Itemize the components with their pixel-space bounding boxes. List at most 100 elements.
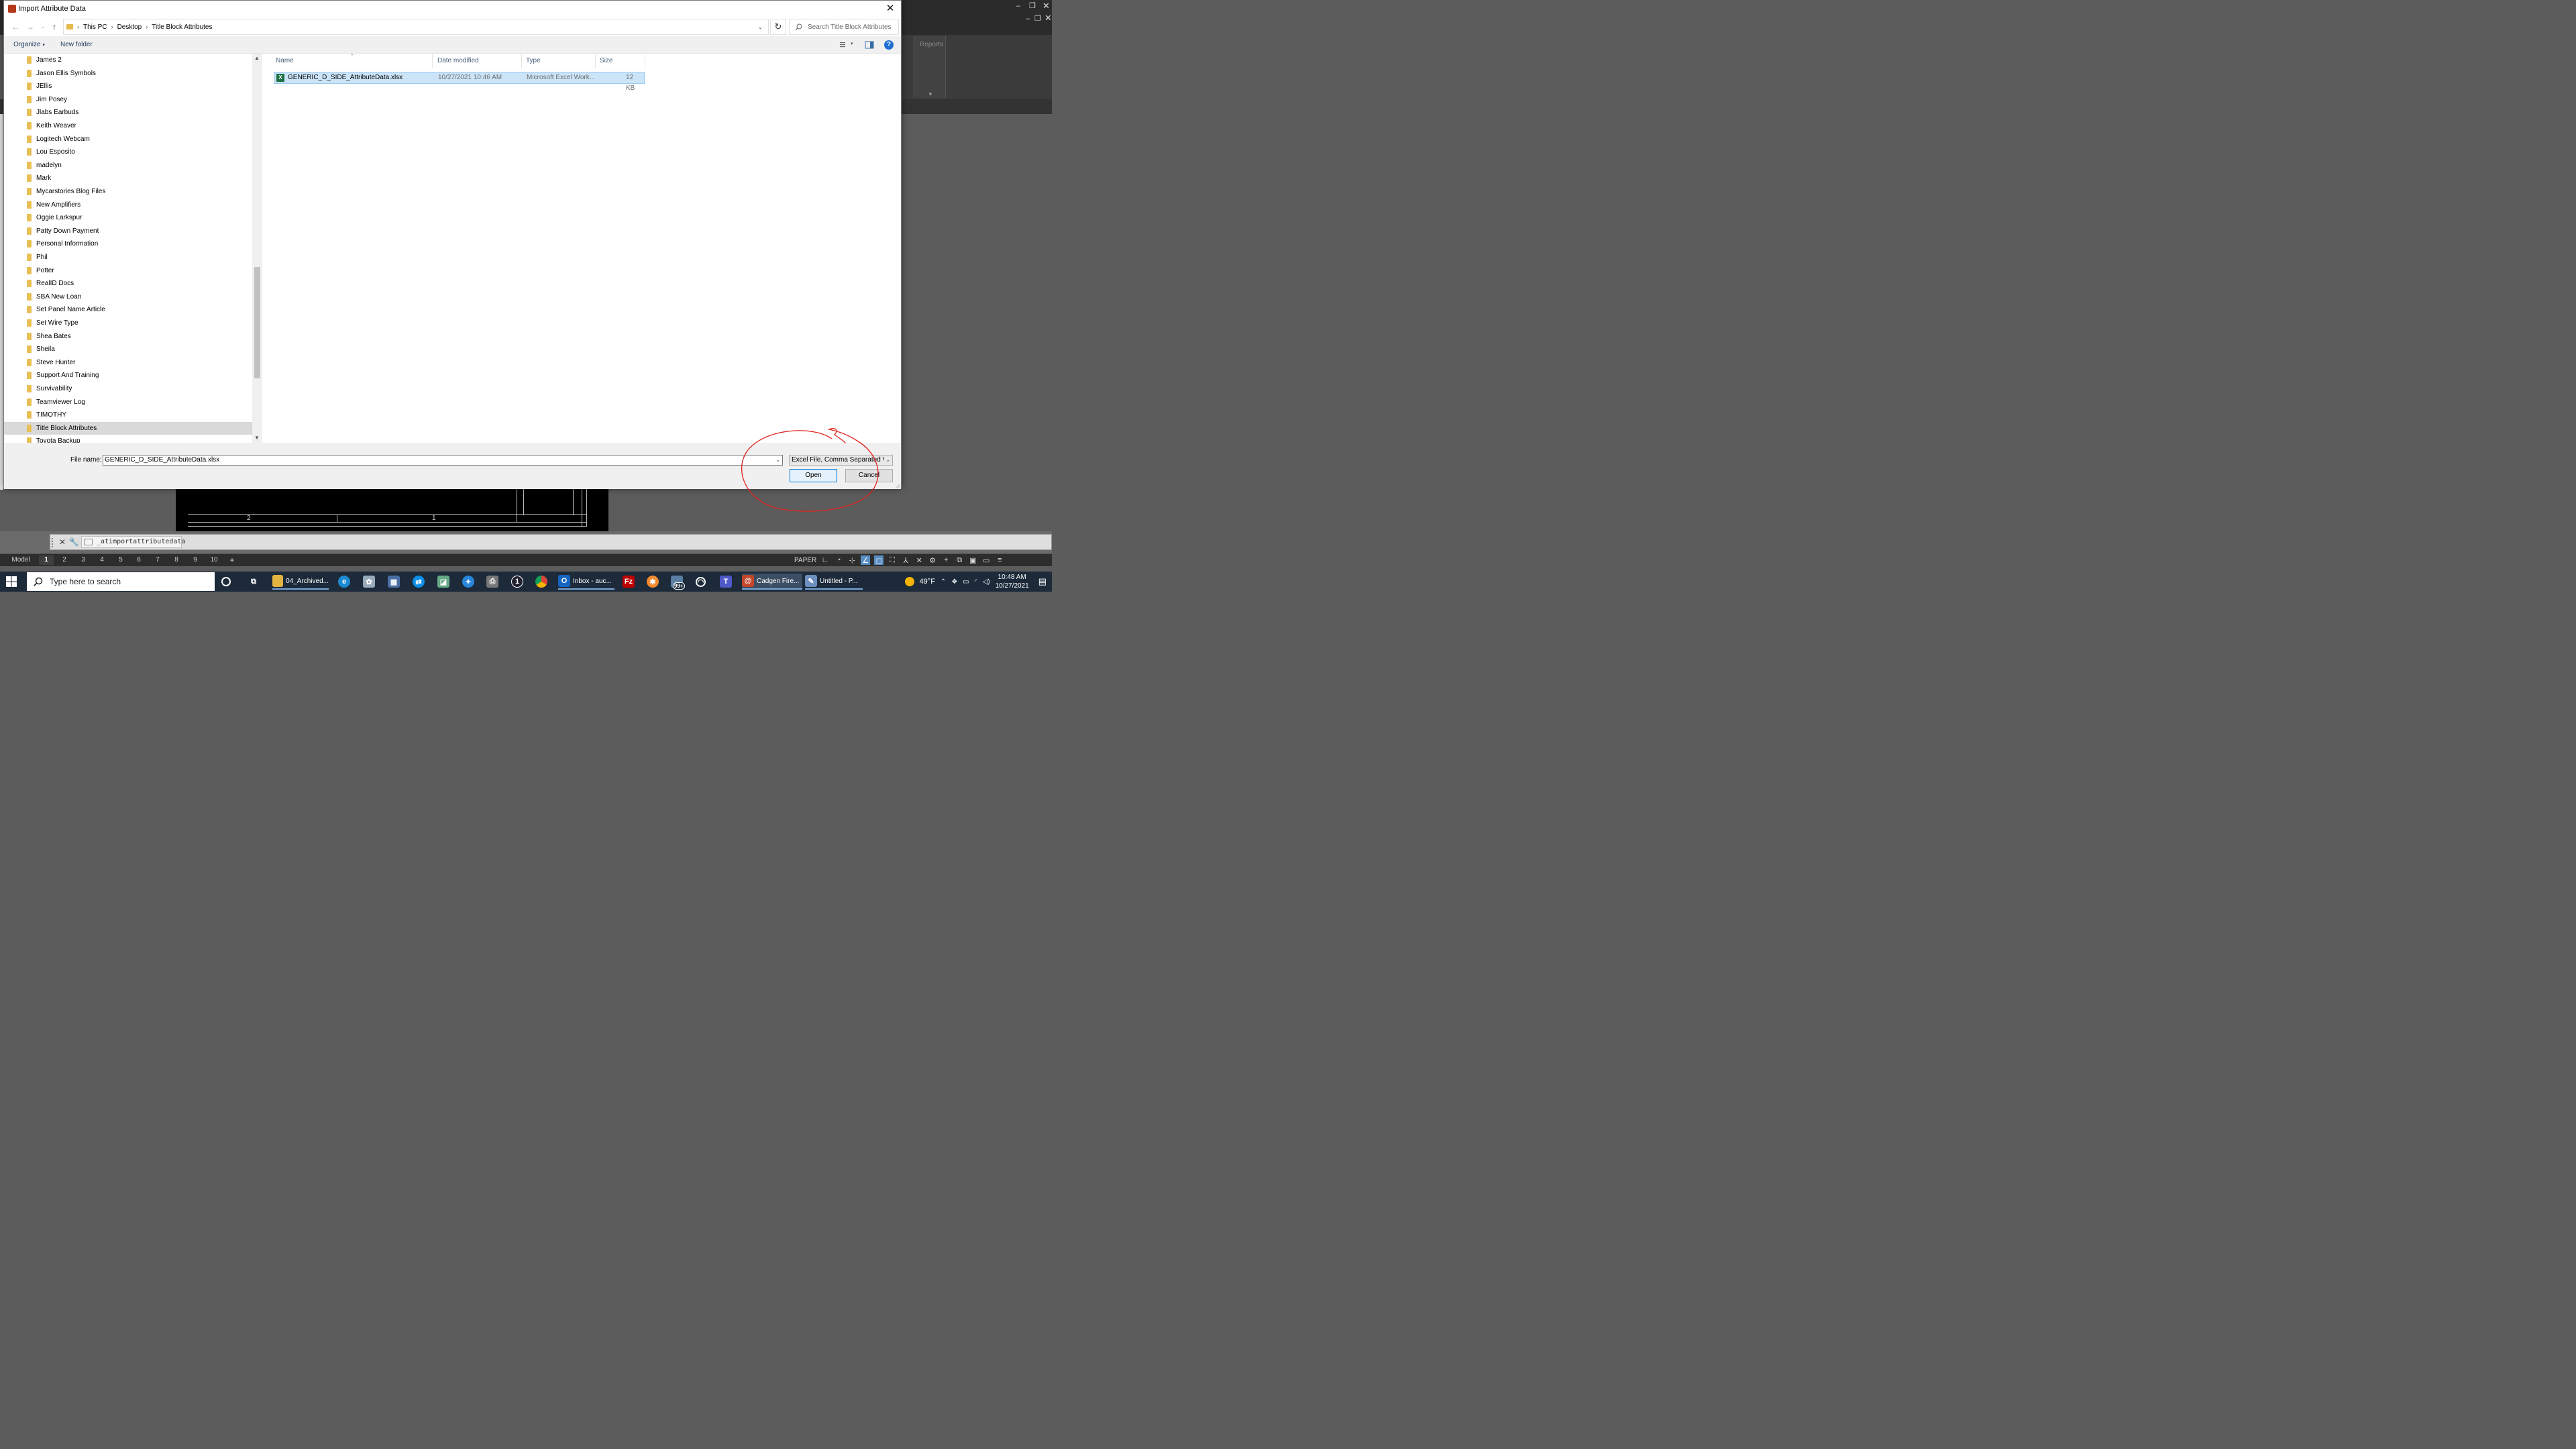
nav-item[interactable]: Set Panel Name Article	[4, 303, 252, 316]
wrench-icon[interactable]: 🔧	[68, 536, 79, 548]
taskbar-outlook[interactable]: O Inbox - auc...	[558, 574, 614, 590]
nav-item[interactable]: Potter	[4, 264, 252, 277]
dynamic-input-icon[interactable]: ◻	[874, 555, 884, 565]
file-name-field[interactable]: GENERIC_D_SIDE_AttributeData.xlsx ⌄	[103, 455, 783, 466]
nav-item[interactable]: Steve Hunter	[4, 356, 252, 369]
close-icon[interactable]: ✕	[883, 3, 897, 15]
nav-item[interactable]: RealID Docs	[4, 277, 252, 290]
paint-palette-icon[interactable]: ✿	[363, 574, 375, 590]
nav-item[interactable]: Keith Weaver	[4, 119, 252, 132]
nav-item[interactable]: JEllis	[4, 80, 252, 93]
taskbar-file-explorer[interactable]: 04_Archived...	[272, 574, 329, 590]
tab-layout-3[interactable]: 3	[76, 555, 90, 565]
tab-layout-10[interactable]: 10	[205, 555, 223, 565]
view-options-chevron-icon[interactable]: ▾	[851, 41, 853, 46]
speedometer-icon[interactable]: ◠	[696, 574, 706, 590]
refresh-icon[interactable]: ↻	[770, 19, 786, 35]
tab-layout-9[interactable]: 9	[189, 555, 202, 565]
nav-item[interactable]: Jason Ellis Symbols	[4, 67, 252, 80]
scroll-up-arrow-icon[interactable]: ▲	[252, 54, 262, 63]
nav-item[interactable]: SBA New Loan	[4, 290, 252, 303]
customize-icon[interactable]: ≡	[995, 555, 1004, 565]
back-arrow-icon[interactable]: ←	[10, 21, 21, 32]
address-bar[interactable]: › This PC › Desktop › Title Block Attrib…	[63, 19, 769, 35]
task-view-icon[interactable]: ⧉	[248, 574, 260, 590]
edge-icon[interactable]: e	[338, 574, 350, 590]
breadcrumb-title-block-attributes[interactable]: Title Block Attributes	[152, 23, 212, 31]
plus-icon[interactable]: +	[941, 555, 951, 565]
cancel-button[interactable]: Cancel	[845, 469, 893, 482]
weather-sun-icon[interactable]	[904, 577, 914, 586]
chevron-down-icon[interactable]: ⌄	[775, 455, 780, 465]
nav-item[interactable]: Jim Posey	[4, 93, 252, 106]
taskbar-search-box[interactable]: Type here to search	[27, 572, 215, 591]
nav-item[interactable]: Shea Bates	[4, 330, 252, 343]
chevron-up-icon[interactable]: ⌃	[941, 578, 946, 586]
nav-item[interactable]: madelyn	[4, 159, 252, 172]
nav-item[interactable]: Survivability	[4, 382, 252, 395]
dropbox-icon[interactable]: ❖	[951, 578, 957, 586]
clock[interactable]: 10:48 AM 10/27/2021	[996, 573, 1029, 590]
command-input[interactable]: _atimportattributedata	[81, 536, 185, 548]
notes-icon[interactable]: 99+	[671, 574, 685, 590]
weather-temperature[interactable]: 49°F	[920, 578, 935, 586]
nav-item[interactable]: Personal Information	[4, 237, 252, 250]
volume-icon[interactable]: ◁)	[983, 578, 990, 586]
settings-icon[interactable]: ⚙	[928, 555, 937, 565]
osnap-icon[interactable]: ⊹	[847, 555, 857, 565]
up-arrow-icon[interactable]: ↑	[49, 21, 60, 32]
resize-grip-icon[interactable]	[894, 482, 900, 488]
column-header-type[interactable]: Type	[522, 54, 596, 68]
snip-tool-icon[interactable]: ◪	[437, 574, 449, 590]
drawing-canvas[interactable]: 2 1	[176, 488, 608, 531]
help-icon[interactable]: ?	[884, 40, 894, 50]
nav-item[interactable]: Teamviewer Log	[4, 396, 252, 409]
taskbar-paint[interactable]: ✎ Untitled - P...	[805, 574, 863, 590]
selection-cycle-icon[interactable]: ⛶	[888, 555, 897, 565]
nav-item[interactable]: Set Wire Type	[4, 317, 252, 329]
change-view-icon[interactable]	[839, 40, 848, 50]
scroll-thumb[interactable]	[254, 267, 260, 378]
close-icon[interactable]: ✕	[57, 536, 68, 548]
notifications-icon[interactable]: ▤	[1038, 576, 1046, 587]
nav-item[interactable]: Oggie Larkspur	[4, 211, 252, 224]
password-manager-icon[interactable]: 1	[511, 574, 523, 590]
tab-layout-8[interactable]: 8	[170, 555, 183, 565]
cad-restore-icon[interactable]: ❐	[1029, 1, 1036, 10]
cortana-icon[interactable]	[221, 574, 231, 590]
battery-icon[interactable]: ▭	[963, 578, 969, 586]
search-input[interactable]: Search Title Block Attributes	[789, 19, 899, 35]
wifi-icon[interactable]: ◜	[975, 578, 977, 586]
organize-button[interactable]: Organize ▾	[13, 41, 45, 48]
navigation-scrollbar[interactable]: ▲ ▼	[252, 54, 262, 443]
chrome-icon[interactable]	[535, 574, 547, 590]
breadcrumb-desktop[interactable]: Desktop	[117, 23, 142, 31]
dialog-title-bar[interactable]: Import Attribute Data ✕	[4, 1, 901, 17]
nav-item[interactable]: Logitech Webcam	[4, 133, 252, 146]
annotation-scale-icon[interactable]: ⅄	[901, 555, 910, 565]
calculator-icon[interactable]: ▦	[388, 574, 400, 590]
tab-layout-2[interactable]: 2	[58, 555, 71, 565]
scroll-down-arrow-icon[interactable]: ▼	[252, 433, 262, 443]
tab-layout-7[interactable]: 7	[151, 555, 164, 565]
filezilla-icon[interactable]: Fz	[623, 574, 635, 590]
hardware-acceleration-icon[interactable]: ▣	[968, 555, 977, 565]
cad-doc-close-icon[interactable]: ✕	[1044, 13, 1052, 23]
safari-icon[interactable]: ✦	[462, 574, 474, 590]
breadcrumb-this-pc[interactable]: This PC	[83, 23, 107, 31]
tab-layout-6[interactable]: 6	[132, 555, 146, 565]
nav-item[interactable]: TIMOTHY	[4, 409, 252, 421]
tab-layout-4[interactable]: 4	[95, 555, 109, 565]
tab-layout-1[interactable]: 1	[39, 555, 54, 565]
file-row-selected[interactable]: X GENERIC_D_SIDE_AttributeData.xlsx 10/2…	[274, 72, 645, 92]
grip-handle-icon[interactable]	[52, 538, 56, 547]
nav-item-selected[interactable]: Title Block Attributes	[4, 421, 252, 435]
teamviewer-icon[interactable]: ⇄	[413, 574, 425, 590]
nav-item[interactable]: James 2	[4, 54, 252, 66]
chevron-down-icon[interactable]: ▼	[928, 91, 933, 97]
tab-model[interactable]: Model	[5, 555, 36, 565]
cad-doc-restore-icon[interactable]: ❐	[1034, 14, 1041, 23]
forward-arrow-icon[interactable]: →	[25, 21, 36, 32]
chevron-right-icon[interactable]: ›	[77, 23, 79, 30]
preview-pane-icon[interactable]	[865, 40, 874, 50]
